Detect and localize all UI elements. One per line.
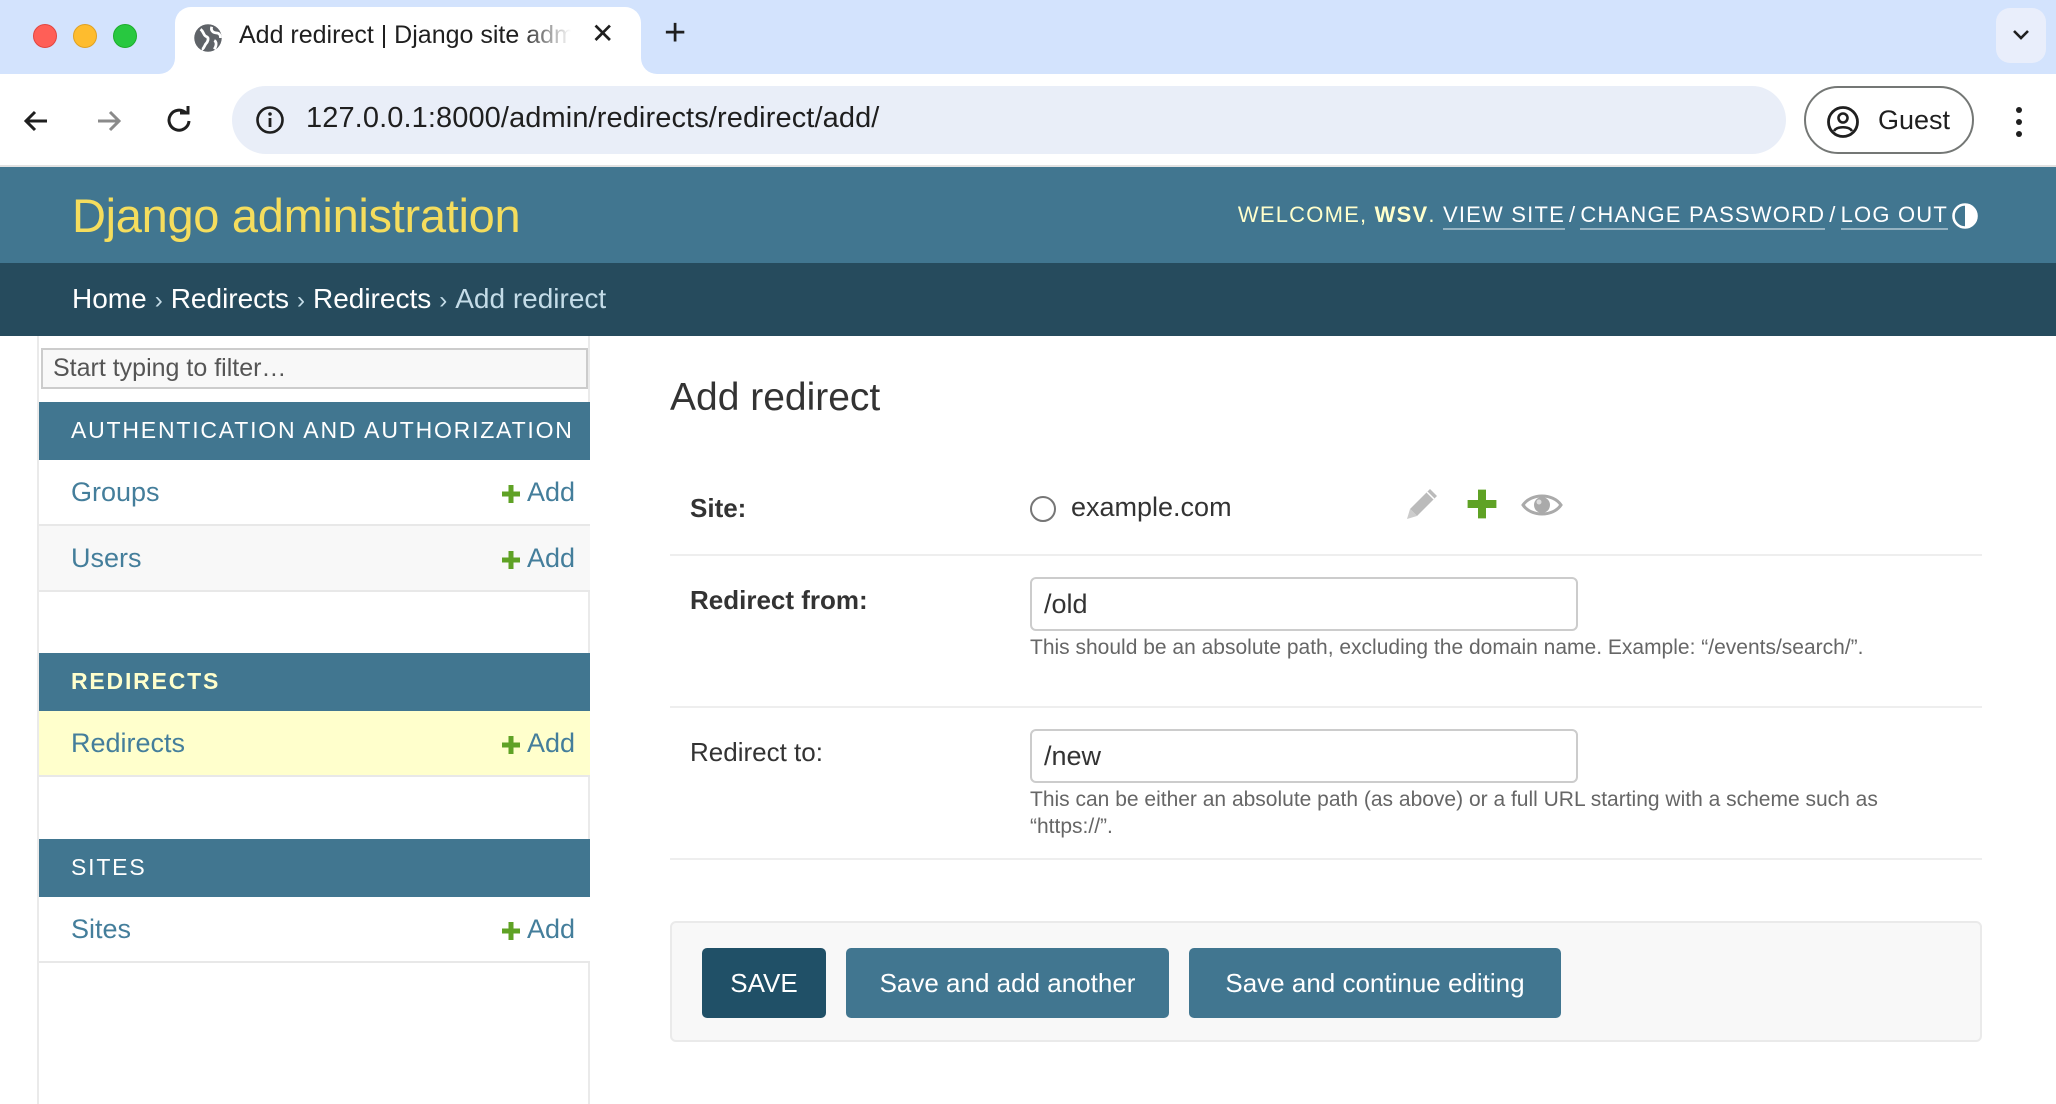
app-caption-auth[interactable]: Authentication and Authorization: [39, 402, 590, 460]
breadcrumb-app-redirects[interactable]: Redirects: [171, 283, 289, 314]
page-title: Add redirect: [670, 376, 881, 419]
add-label: Add: [526, 914, 575, 944]
breadcrumb: Home › Redirects › Redirects › Add redirect: [0, 263, 2056, 336]
reload-icon[interactable]: [160, 101, 200, 141]
change-password-link[interactable]: Change password: [1580, 202, 1826, 230]
browser-tab-bar: Add redirect | Django site admin ✕ +: [0, 0, 2056, 74]
view-site-link[interactable]: View site: [1442, 202, 1565, 230]
tab-title: Add redirect | Django site admin: [239, 21, 571, 49]
account-circle-icon: [1827, 106, 1859, 138]
chevron-down-icon: [2013, 30, 2029, 40]
old-path-label: Redirect from:: [690, 585, 868, 615]
welcome-text: Welcome,: [1237, 202, 1368, 227]
breadcrumb-separator: ›: [439, 287, 448, 314]
new-path-input[interactable]: [1030, 729, 1578, 783]
log-out-link[interactable]: Log out: [1840, 202, 1948, 230]
profile-label: Guest: [1878, 105, 1951, 135]
site-header: Django administration Welcome, wsv. View…: [0, 167, 2056, 263]
plus-add-icon: [501, 485, 520, 503]
info-icon[interactable]: [254, 104, 286, 136]
plus-add-icon[interactable]: [1466, 488, 1498, 520]
pencil-edit-icon[interactable]: [1404, 486, 1440, 522]
breadcrumb-model-redirects[interactable]: Redirects: [313, 283, 431, 314]
add-label: Add: [526, 543, 575, 573]
plus-icon[interactable]: +: [664, 14, 686, 52]
address-bar[interactable]: 127.0.0.1:8000/admin/redirects/redirect/…: [232, 86, 1786, 154]
arrow-right-icon[interactable]: [88, 101, 128, 141]
add-groups-link[interactable]: Add: [501, 477, 575, 508]
browser-tab-active[interactable]: Add redirect | Django site admin ✕: [175, 7, 641, 74]
eye-view-icon[interactable]: [1521, 490, 1563, 520]
site-option-label[interactable]: example.com: [1071, 492, 1232, 523]
nav-filter-input[interactable]: [41, 348, 588, 389]
save-and-add-another-button[interactable]: Save and add another: [846, 948, 1169, 1018]
plus-add-icon: [501, 736, 520, 754]
save-and-continue-editing-button[interactable]: Save and continue editing: [1189, 948, 1561, 1018]
plus-add-icon: [501, 551, 520, 569]
breadcrumb-separator: ›: [296, 287, 305, 314]
site-radio-example-com[interactable]: [1030, 496, 1056, 522]
submit-row: Save Save and add another Save and conti…: [670, 921, 1982, 1042]
arrow-left-icon[interactable]: [17, 101, 57, 141]
window-maximize-button[interactable]: [113, 24, 137, 48]
nav-sidebar: Authentication and Authorization Groups …: [37, 336, 590, 1104]
close-icon[interactable]: ✕: [591, 20, 614, 48]
period: .: [1428, 202, 1436, 227]
breadcrumb-separator: ›: [154, 287, 163, 314]
separator: /: [1829, 202, 1837, 227]
old-path-help-text: This should be an absolute path, excludi…: [1030, 636, 1864, 659]
plus-add-icon: [501, 922, 520, 940]
model-link-redirects[interactable]: Redirects: [71, 728, 185, 759]
add-users-link[interactable]: Add: [501, 543, 575, 574]
sidebar-item-sites: Sites Add: [39, 897, 590, 963]
add-label: Add: [526, 728, 575, 758]
separator: /: [1569, 202, 1577, 227]
model-link-users[interactable]: Users: [71, 543, 142, 574]
window-minimize-button[interactable]: [73, 24, 97, 48]
save-button[interactable]: Save: [702, 948, 826, 1018]
add-redirects-link[interactable]: Add: [501, 728, 575, 759]
site-name-link[interactable]: Django administration: [72, 188, 521, 243]
user-tools: Welcome, wsv. View site / Change password /…: [1237, 202, 1948, 230]
add-label: Add: [526, 477, 575, 507]
globe-icon: [194, 24, 222, 52]
kebab-menu-icon[interactable]: [2004, 102, 2034, 142]
site-label: Site:: [690, 493, 747, 523]
tab-search-button[interactable]: [1996, 8, 2046, 63]
model-link-groups[interactable]: Groups: [71, 477, 160, 508]
old-path-input[interactable]: [1030, 577, 1578, 631]
window-close-button[interactable]: [33, 24, 57, 48]
new-path-help-text: This can be either an absolute path (as …: [1030, 788, 1878, 838]
url-text[interactable]: 127.0.0.1:8000/admin/redirects/redirect/…: [306, 102, 879, 135]
model-link-sites[interactable]: Sites: [71, 914, 131, 945]
sidebar-item-users: Users Add: [39, 526, 590, 592]
add-sites-link[interactable]: Add: [501, 914, 575, 945]
app-caption-redirects[interactable]: Redirects: [39, 653, 590, 711]
username: wsv: [1374, 202, 1429, 227]
form-row-site: Site:: [670, 466, 1982, 556]
breadcrumb-home[interactable]: Home: [72, 283, 147, 314]
app-caption-sites[interactable]: Sites: [39, 839, 590, 897]
sidebar-item-groups: Groups Add: [39, 460, 590, 526]
breadcrumb-current: Add redirect: [455, 283, 607, 314]
profile-button[interactable]: Guest: [1804, 86, 1974, 154]
new-path-label: Redirect to:: [690, 737, 823, 767]
sidebar-item-redirects: Redirects Add: [39, 711, 590, 777]
browser-toolbar: 127.0.0.1:8000/admin/redirects/redirect/…: [0, 74, 2056, 167]
half-circle-contrast-icon[interactable]: [1950, 201, 1980, 231]
